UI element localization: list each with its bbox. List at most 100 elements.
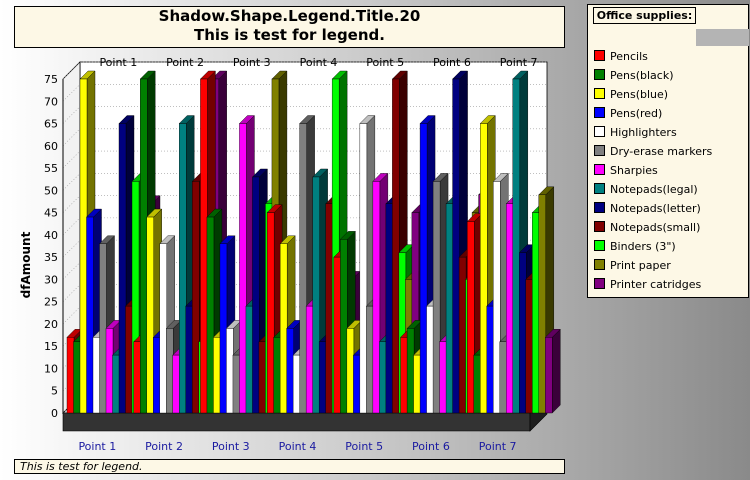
bar [153, 337, 161, 414]
bar [493, 181, 501, 414]
bar [299, 123, 307, 414]
bar [286, 328, 294, 414]
bar [413, 354, 421, 414]
legend-swatch [594, 107, 605, 118]
bar [406, 328, 415, 414]
bar [305, 305, 314, 414]
bar [439, 341, 447, 414]
legend-label: Binders (3") [610, 240, 676, 253]
bar [538, 194, 546, 414]
legend-swatch [594, 278, 605, 289]
legend-swatch [594, 221, 605, 232]
x-tick-label: Point 6 [412, 440, 450, 453]
legend-swatch [594, 126, 605, 137]
bar [325, 203, 333, 414]
legend-swatch [594, 88, 605, 99]
legend-swatch [594, 164, 605, 175]
legend-item: Pencils [594, 49, 648, 65]
x-tick-label: Point 7 [479, 440, 517, 453]
legend-item: Print paper [594, 258, 671, 274]
y-tick-label: 60 [44, 140, 58, 153]
legend-swatch [594, 69, 605, 80]
bar [279, 243, 288, 414]
bar [86, 216, 94, 414]
bar [172, 354, 180, 414]
bar [467, 221, 475, 414]
bar [66, 337, 75, 414]
bar [245, 305, 254, 414]
x-tick-label-top: Point 3 [233, 56, 271, 69]
legend-item: Binders (3") [594, 239, 676, 255]
bar [353, 354, 361, 414]
legend-swatch [594, 183, 605, 194]
bar [192, 181, 200, 414]
legend-swatch [594, 259, 605, 270]
bar [346, 328, 355, 414]
bar [105, 328, 114, 414]
y-tick-label: 10 [44, 362, 58, 375]
legend-item: Highlighters [594, 125, 677, 141]
bar [486, 305, 494, 414]
bar [372, 181, 381, 414]
y-tick-label: 15 [44, 340, 58, 353]
legend-label: Notepads(letter) [610, 202, 701, 215]
bar [252, 176, 260, 414]
bar [166, 328, 174, 414]
legend-item: Notepads(letter) [594, 201, 701, 217]
bar [499, 341, 507, 414]
bar [426, 305, 434, 414]
bar [340, 239, 348, 414]
bar [112, 354, 120, 414]
legend-label: Sharpies [610, 164, 658, 177]
y-tick-label: 50 [44, 184, 58, 197]
x-tick-label-top: Point 2 [166, 56, 204, 69]
legend-swatch [594, 50, 605, 61]
bar-side [552, 328, 561, 414]
legend-item: Notepads(small) [594, 220, 700, 236]
bar [452, 78, 460, 414]
bar [118, 123, 127, 414]
y-tick-label: 45 [44, 207, 58, 220]
legend-label: Pencils [610, 50, 648, 63]
y-tick-label: 70 [44, 95, 58, 108]
x-tick-label: Point 1 [78, 440, 116, 453]
y-tick-label: 20 [44, 318, 58, 331]
x-tick-label-top: Point 1 [99, 56, 137, 69]
bar [473, 354, 481, 414]
x-tick-label-top: Point 4 [300, 56, 338, 69]
bar [458, 256, 467, 414]
y-tick-label: 35 [44, 251, 58, 264]
bar [232, 354, 241, 414]
legend-label: Notepads(small) [610, 221, 701, 234]
legend-label: Print paper [610, 259, 671, 272]
chart-window: Shadow.Shape.Legend.Title.20 This is tes… [0, 0, 750, 480]
legend-swatch [594, 202, 605, 213]
bar [146, 216, 154, 414]
legend-label: Pens(blue) [610, 88, 669, 101]
y-tick-label: 5 [51, 385, 58, 398]
bar [73, 341, 81, 414]
bar [366, 305, 374, 414]
bar [92, 337, 101, 414]
x-tick-label-top: Point 6 [433, 56, 471, 69]
bar [545, 337, 553, 414]
y-tick-label: 55 [44, 162, 58, 175]
legend-label: Notepads(legal) [610, 183, 698, 196]
bar [179, 123, 187, 414]
bar [480, 123, 488, 414]
bar [419, 123, 428, 414]
bar [125, 305, 133, 414]
y-tick-label: 65 [44, 118, 58, 131]
bar [318, 341, 327, 414]
chart-base-front [62, 412, 531, 432]
bar [239, 123, 247, 414]
bar [79, 78, 88, 414]
y-tick-label: 30 [44, 273, 58, 286]
bar [273, 337, 281, 414]
bar [159, 243, 167, 414]
x-tick-label: Point 4 [279, 440, 317, 453]
legend-label: Highlighters [610, 126, 677, 139]
legend-item: Pens(red) [594, 106, 662, 122]
bar [333, 256, 342, 414]
bar [519, 252, 527, 414]
